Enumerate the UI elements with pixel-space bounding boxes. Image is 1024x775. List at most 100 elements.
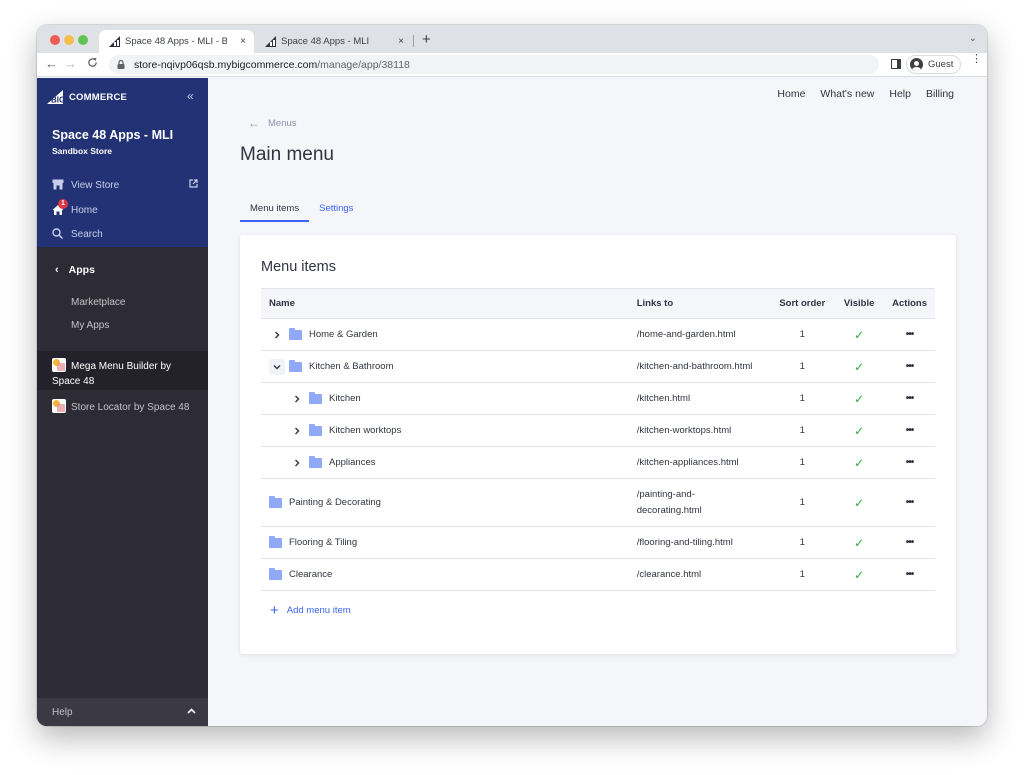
- more-actions-icon[interactable]: •••: [906, 537, 914, 548]
- cell-links-to: /clearance.html: [628, 558, 771, 591]
- tab-close-icon[interactable]: ×: [240, 36, 246, 47]
- sidebar-app-store-locator[interactable]: Store Locator by Space 48: [37, 392, 208, 421]
- window-zoom-button[interactable]: [78, 35, 88, 45]
- more-actions-icon[interactable]: •••: [906, 457, 914, 468]
- table-row[interactable]: Clearance/clearance.html 1 ✓ •••: [261, 558, 935, 591]
- chevron-right-icon[interactable]: [289, 423, 305, 439]
- chevron-left-icon: ‹: [55, 264, 59, 276]
- menu-item-name[interactable]: Appliances: [329, 457, 375, 468]
- profile-button[interactable]: Guest: [906, 55, 961, 74]
- sidebar-help-button[interactable]: Help: [37, 698, 208, 726]
- cell-links-to-value: /kitchen-appliances.html: [636, 456, 739, 468]
- cell-sort-order-value: 1: [799, 393, 805, 404]
- table-row[interactable]: Home & Garden/home-and-garden.html 1 ✓ •••: [261, 318, 935, 351]
- cell-sort-order-value: 1: [799, 497, 805, 508]
- tab-menu-items[interactable]: Menu items: [240, 200, 310, 222]
- chevron-right-icon[interactable]: [269, 327, 285, 343]
- apps-section-label: Apps: [68, 264, 95, 276]
- bigcommerce-logo[interactable]: BIG COMMERCE: [47, 90, 127, 105]
- topnav-home-link[interactable]: Home: [777, 88, 805, 100]
- more-actions-icon[interactable]: •••: [906, 497, 914, 508]
- name-cell-content: Home & Garden: [269, 327, 621, 343]
- apps-back-button[interactable]: ‹ Apps: [55, 264, 95, 276]
- table-row[interactable]: Kitchen/kitchen.html 1 ✓ •••: [261, 382, 935, 415]
- forward-arrow-icon[interactable]: →: [64, 56, 77, 71]
- chevron-down-icon[interactable]: [269, 358, 285, 375]
- back-arrow-icon[interactable]: ←: [45, 56, 58, 71]
- more-actions-icon[interactable]: •••: [906, 425, 914, 436]
- cell-sort-order-value: 1: [799, 569, 805, 580]
- table-row[interactable]: Painting & Decorating/painting-and-decor…: [261, 478, 935, 527]
- menu-item-name[interactable]: Painting & Decorating: [289, 497, 381, 508]
- back-arrow-icon: ←: [248, 116, 260, 130]
- topnav-billing-link[interactable]: Billing: [926, 88, 954, 100]
- window-close-button[interactable]: [50, 35, 60, 45]
- table-header-row: Name Links to Sort order Visible Actions: [261, 288, 935, 319]
- menu-item-name[interactable]: Flooring & Tiling: [289, 537, 357, 548]
- sidebar-item-my-apps[interactable]: My Apps: [71, 320, 109, 331]
- card-title: Menu items: [261, 259, 336, 275]
- menu-item-name[interactable]: Kitchen: [329, 393, 361, 404]
- sidebar-app-mega-menu-builder[interactable]: Mega Menu Builder by Space 48: [37, 351, 208, 390]
- cell-name: Appliances: [261, 446, 629, 479]
- sidebar-item-label: View Store: [71, 179, 120, 191]
- sidebar-item-search[interactable]: Search: [52, 228, 103, 240]
- cell-links-to: /kitchen-and-bathroom.html: [628, 350, 771, 383]
- table-row[interactable]: Flooring & Tiling/flooring-and-tiling.ht…: [261, 526, 935, 559]
- app-logo-icon: [52, 358, 66, 372]
- browser-tab[interactable]: Space 48 Apps - MLI ×: [257, 30, 412, 53]
- more-actions-icon[interactable]: •••: [906, 329, 914, 340]
- sidebar-item-view-store[interactable]: View Store: [52, 179, 119, 191]
- back-to-menus-link[interactable]: ← Menus: [248, 116, 297, 130]
- topnav-help-link[interactable]: Help: [889, 88, 911, 100]
- cell-actions: •••: [884, 350, 935, 383]
- tab-close-icon[interactable]: ×: [398, 36, 404, 47]
- app-label: Store Locator by Space 48: [71, 402, 190, 413]
- chevron-up-icon: [187, 706, 196, 717]
- window-minimize-button[interactable]: [64, 35, 74, 45]
- external-link-icon[interactable]: [189, 179, 198, 190]
- collapse-sidebar-icon[interactable]: «: [187, 89, 194, 103]
- reload-icon[interactable]: [87, 57, 98, 71]
- chevron-right-icon[interactable]: [289, 455, 305, 471]
- browser-window: Space 48 Apps - MLI - BigCommerce × Spac…: [37, 25, 987, 726]
- chevron-right-icon[interactable]: [289, 391, 305, 407]
- checkmark-icon: ✓: [854, 495, 865, 510]
- more-actions-icon[interactable]: •••: [906, 569, 914, 580]
- url-path: /manage/app/38118: [317, 58, 410, 71]
- table-row[interactable]: Kitchen worktops/kitchen-worktops.html 1 ✓…: [261, 414, 935, 447]
- new-tab-button[interactable]: +: [422, 31, 431, 48]
- side-panel-icon[interactable]: [891, 59, 901, 69]
- folder-icon: [309, 423, 322, 436]
- folder-icon: [289, 359, 302, 372]
- add-menu-item-button[interactable]: + Add menu item: [270, 603, 351, 618]
- cell-visible: ✓: [834, 558, 885, 591]
- more-actions-icon[interactable]: •••: [906, 361, 914, 372]
- cell-name: Clearance: [261, 558, 629, 591]
- sidebar-item-home[interactable]: 1 Home: [52, 199, 98, 216]
- menu-item-name[interactable]: Kitchen worktops: [329, 425, 401, 436]
- menu-item-name[interactable]: Clearance: [289, 569, 332, 580]
- notification-badge: 1: [58, 199, 68, 209]
- help-label: Help: [52, 706, 73, 718]
- folder-icon: [269, 495, 282, 508]
- add-menu-item-label: Add menu item: [286, 605, 351, 616]
- name-cell-content: Kitchen & Bathroom: [269, 358, 621, 375]
- cell-sort-order: 1: [770, 478, 835, 527]
- cell-sort-order-value: 1: [799, 329, 805, 340]
- checkmark-icon: ✓: [854, 535, 865, 550]
- menu-item-name[interactable]: Kitchen & Bathroom: [309, 361, 394, 372]
- sidebar-item-marketplace[interactable]: Marketplace: [71, 297, 125, 308]
- more-actions-icon[interactable]: •••: [906, 393, 914, 404]
- cell-visible: ✓: [834, 350, 885, 383]
- table-row[interactable]: Kitchen & Bathroom/kitchen-and-bathroom.…: [261, 350, 935, 383]
- browser-tab-active[interactable]: Space 48 Apps - MLI - BigCommerce ×: [99, 30, 254, 53]
- tab-search-chevron-icon[interactable]: ⌄: [969, 33, 977, 44]
- address-bar[interactable]: store-nqivp06qsb.mybigcommerce.com/manag…: [109, 55, 879, 74]
- cell-sort-order-value: 1: [799, 537, 805, 548]
- menu-item-name[interactable]: Home & Garden: [309, 329, 378, 340]
- table-row[interactable]: Appliances/kitchen-appliances.html 1 ✓ •••: [261, 446, 935, 479]
- tab-settings[interactable]: Settings: [309, 200, 363, 222]
- topnav-whats-new-link[interactable]: What's new: [820, 88, 874, 100]
- browser-menu-icon[interactable]: ⋮: [971, 54, 982, 65]
